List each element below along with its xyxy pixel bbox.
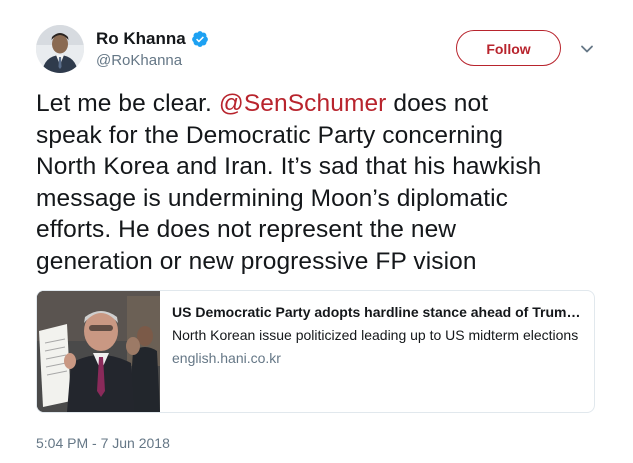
tweet-timestamp[interactable]: 5:04 PM - 7 Jun 2018 bbox=[36, 434, 170, 452]
card-title[interactable]: US Democratic Party adopts hardline stan… bbox=[172, 302, 582, 322]
tweet-line: generation or new progressive FP vision bbox=[36, 247, 477, 275]
avatar-image bbox=[36, 25, 84, 73]
tweet-text-segment: does not bbox=[386, 90, 489, 117]
card-thumbnail-image bbox=[37, 291, 160, 412]
tweet-text-segment: Let me be clear. bbox=[36, 90, 219, 117]
verified-badge-icon bbox=[191, 30, 209, 48]
author-display-name[interactable]: Ro Khanna bbox=[96, 29, 186, 49]
card-body[interactable]: US Democratic Party adopts hardline stan… bbox=[160, 291, 594, 412]
follow-button[interactable]: Follow bbox=[456, 30, 561, 66]
mention-link[interactable]: @SenSchumer bbox=[219, 90, 387, 117]
chevron-down-icon[interactable] bbox=[580, 42, 594, 54]
link-preview-card[interactable]: US Democratic Party adopts hardline stan… bbox=[36, 290, 595, 413]
tweet-line: message is undermining Moon’s diplomatic bbox=[36, 184, 508, 212]
author-handle[interactable]: @RoKhanna bbox=[96, 52, 182, 70]
card-description: North Korean issue politicized leading u… bbox=[172, 327, 579, 343]
tweet-line: Let me be clear. @SenSchumer does not bbox=[36, 88, 596, 120]
card-domain: english.hani.co.kr bbox=[172, 350, 281, 366]
avatar[interactable] bbox=[36, 25, 84, 73]
tweet-text: Let me be clear. @SenSchumer does not sp… bbox=[36, 88, 596, 277]
author-name-row[interactable]: Ro Khanna bbox=[96, 29, 209, 49]
tweet-line: efforts. He does not represent the new bbox=[36, 216, 457, 243]
tweet-line: speak for the Democratic Party concernin… bbox=[36, 121, 504, 149]
tweet-line: North Korea and Iran. It’s sad that his … bbox=[36, 153, 542, 180]
